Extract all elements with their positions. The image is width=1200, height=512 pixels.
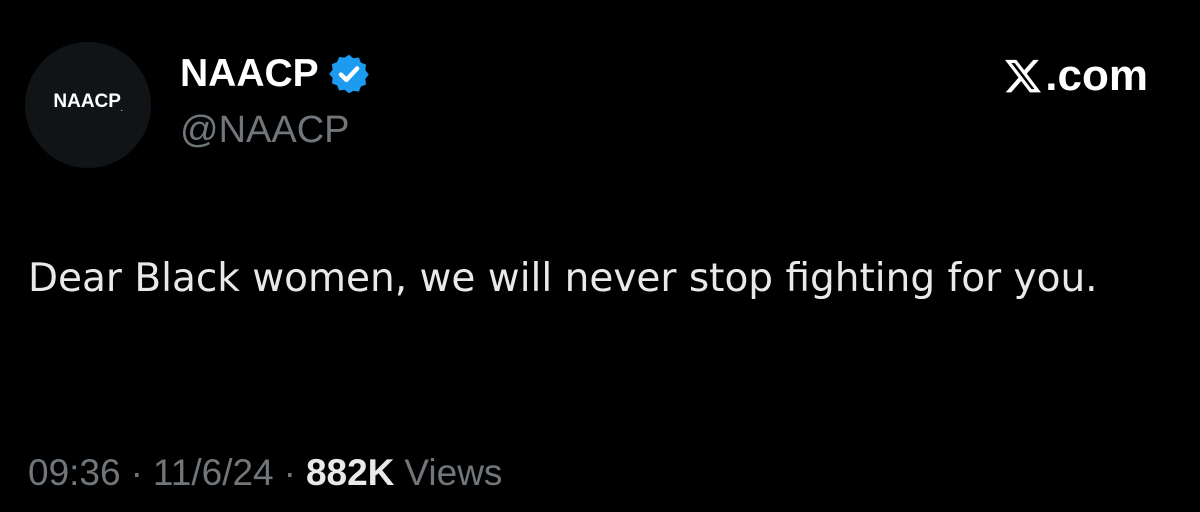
avatar-logo-mark: .: [120, 107, 123, 113]
tweet-text: Dear Black women, we will never stop fig…: [28, 256, 1098, 301]
meta-separator: ·: [283, 452, 296, 493]
avatar[interactable]: NAACP.: [25, 42, 151, 168]
meta-separator: ·: [130, 452, 143, 493]
brand-label: .com: [1045, 51, 1148, 100]
display-name[interactable]: NAACP: [180, 50, 319, 98]
views-label[interactable]: Views: [404, 452, 502, 494]
avatar-logo-text: NAACP: [53, 91, 121, 112]
tweet-meta: 09:36 · 11/6/24 · 882K Views: [28, 448, 502, 498]
x-logo-icon: [1005, 59, 1042, 93]
brand-watermark: .com: [1003, 50, 1148, 102]
author-name-row[interactable]: NAACP: [180, 50, 371, 98]
author-handle[interactable]: @NAACP: [180, 106, 350, 154]
tweet-time[interactable]: 09:36: [28, 452, 121, 494]
verified-badge-icon: [328, 54, 369, 94]
tweet-date[interactable]: 11/6/24: [153, 452, 274, 494]
views-count[interactable]: 882K: [306, 452, 394, 494]
naacp-logo: NAACP.: [53, 91, 122, 113]
